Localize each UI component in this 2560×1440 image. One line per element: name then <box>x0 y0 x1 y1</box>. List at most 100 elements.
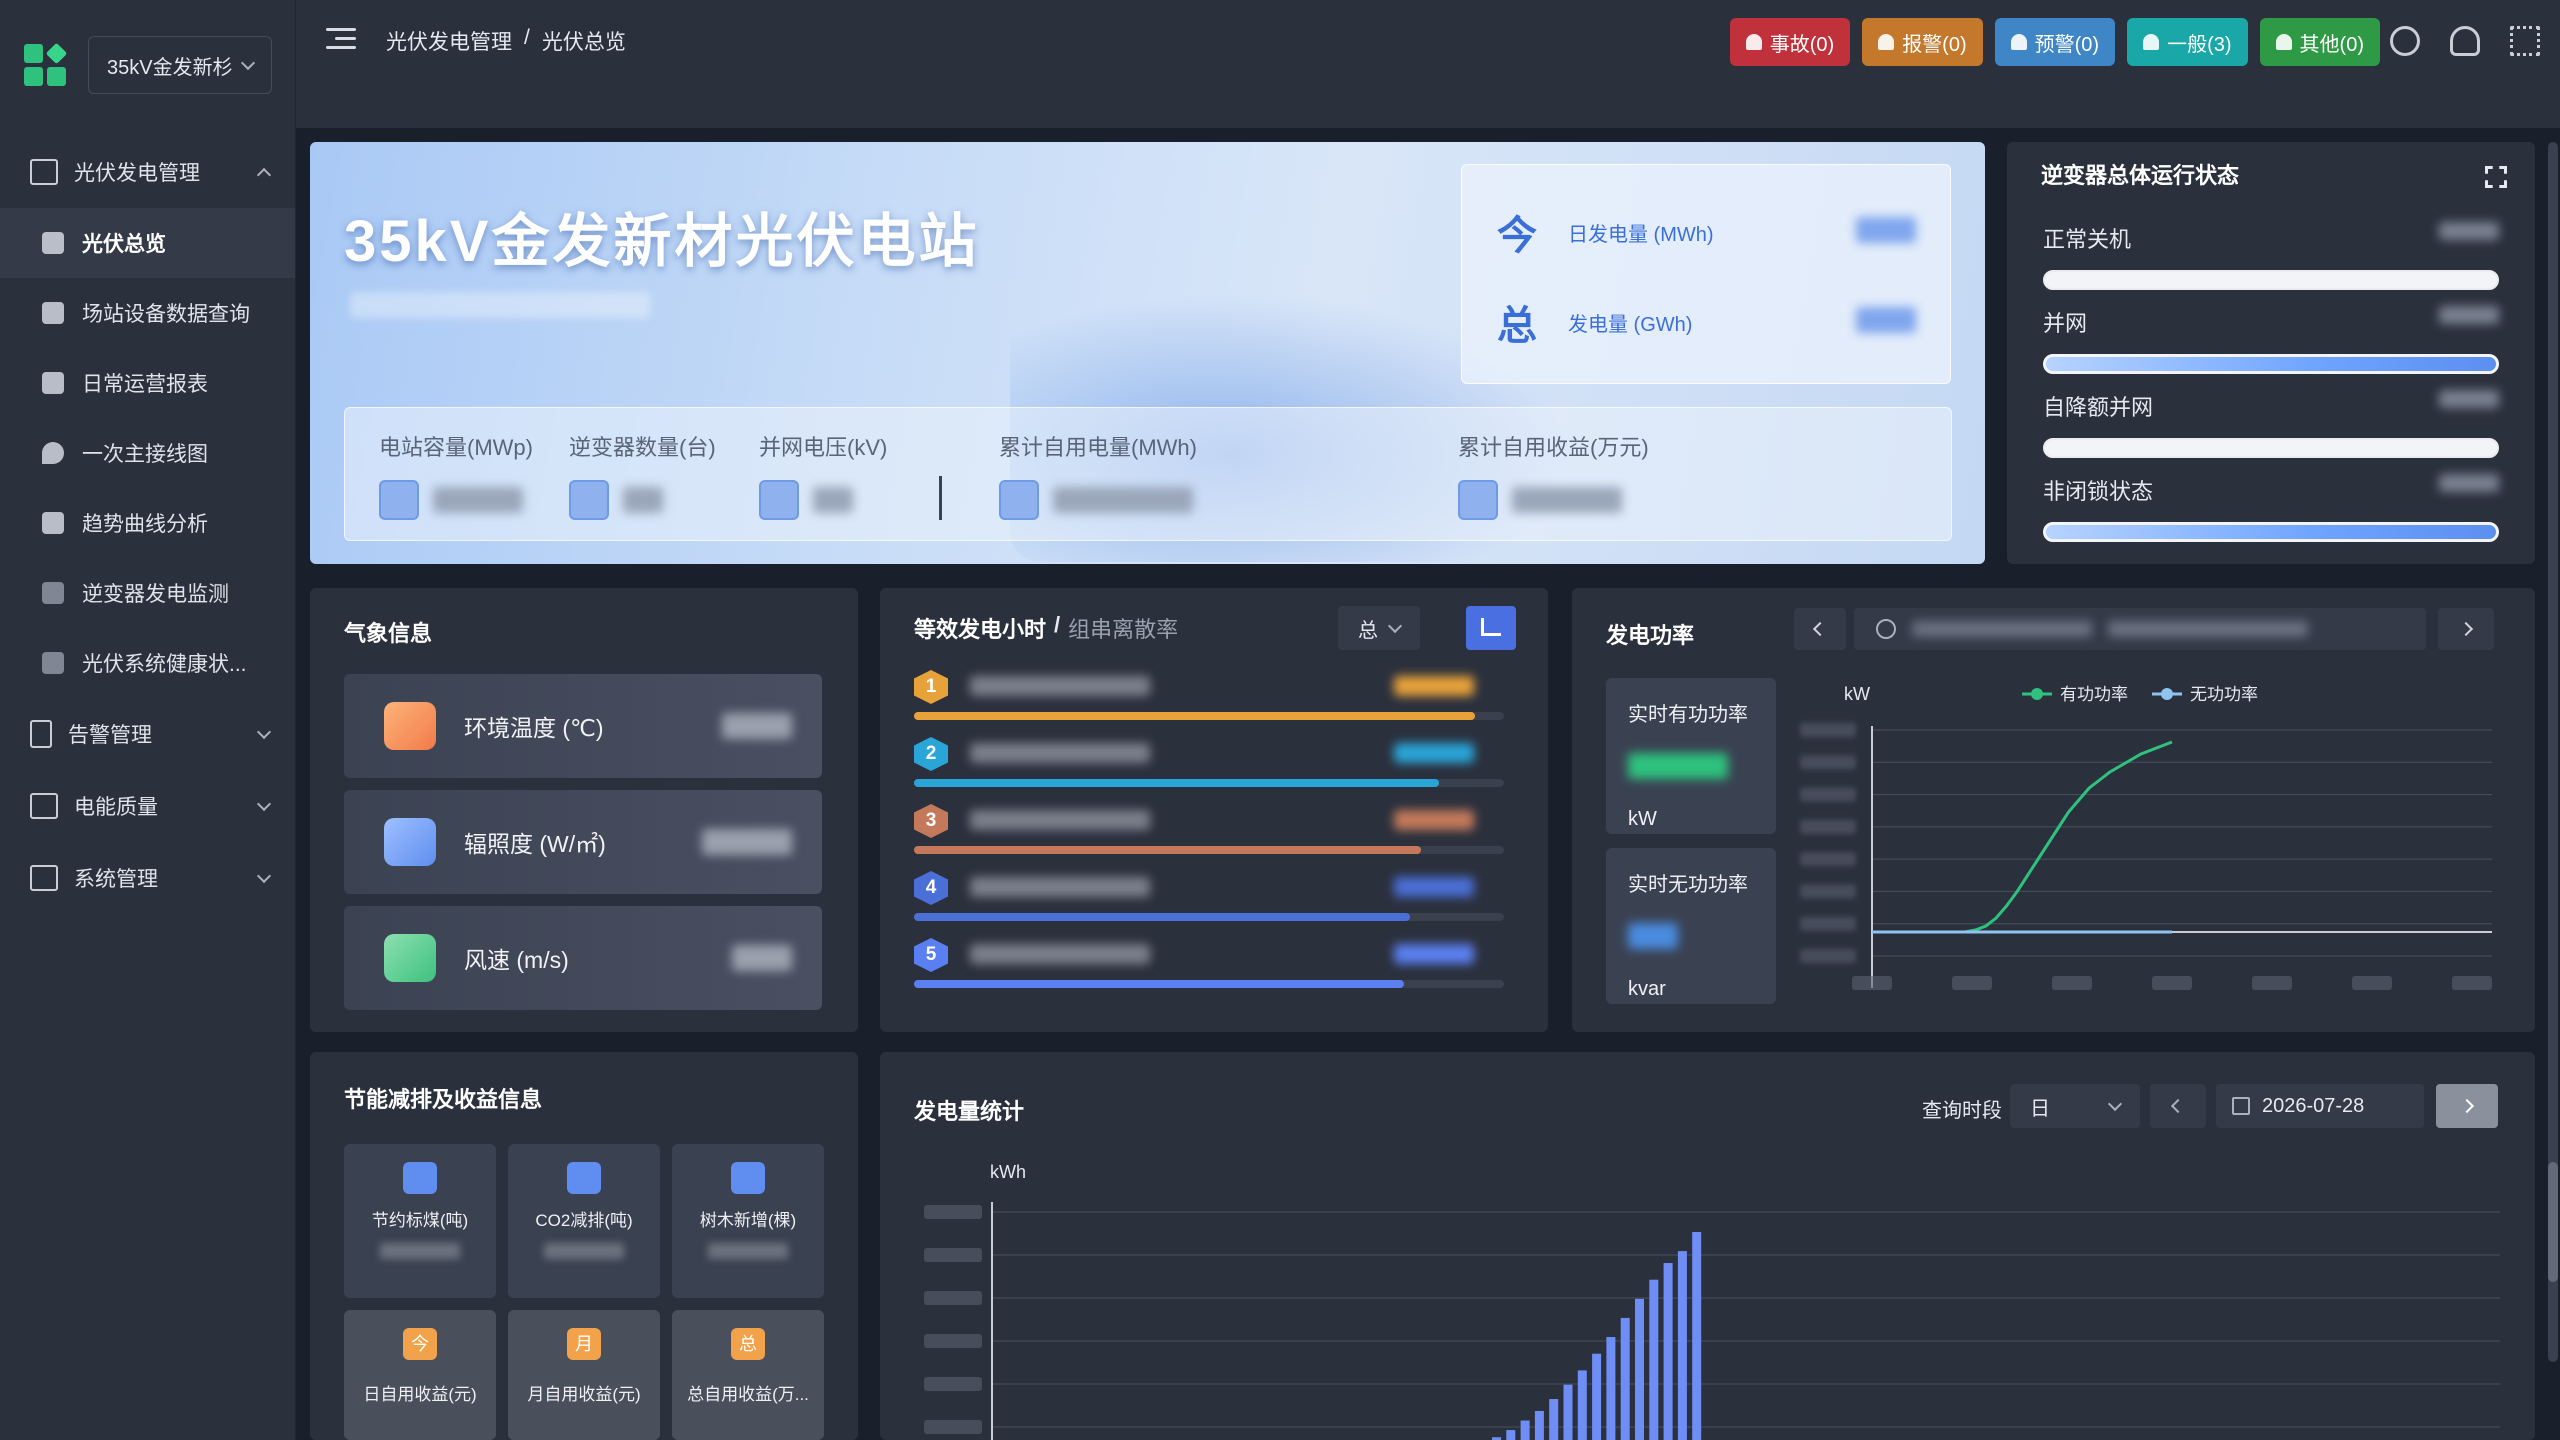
stat-self-use-energy: 累计自用电量(MWh) <box>999 430 1197 520</box>
weather-panel: 气象信息 环境温度 (℃) 辐照度 (W/㎡) 风速 (m/s) <box>310 588 858 1032</box>
scrollbar-thumb[interactable] <box>2548 1162 2558 1282</box>
chevron-right-icon <box>2458 621 2474 637</box>
sidebar-item-trend[interactable]: 趋势曲线分析 <box>0 488 295 558</box>
y-tick-label-blurred <box>924 1248 982 1262</box>
nav-group-system[interactable]: 系统管理 <box>0 842 295 914</box>
alert-other-button[interactable]: 其他(0) <box>2259 18 2380 66</box>
ranking-value <box>1394 944 1474 964</box>
waveform-icon <box>30 793 58 819</box>
x-tick-label-blurred <box>2152 976 2192 990</box>
sidebar-item-inverter-monitor[interactable]: 逆变器发电监测 <box>0 558 295 628</box>
rank-badge: 3 <box>914 804 948 838</box>
legend-marker <box>2161 688 2173 700</box>
chevron-down-icon <box>1387 618 1403 633</box>
sidebar-item-health[interactable]: 光伏系统健康状... <box>0 628 295 698</box>
apps-grid-icon[interactable] <box>2510 26 2540 56</box>
rank-badge: 2 <box>914 737 948 771</box>
date-next-button[interactable] <box>2436 1084 2498 1128</box>
sidebar-item-label: 场站设备数据查询 <box>82 303 250 326</box>
nav-group-alarm[interactable]: 告警管理 <box>0 698 295 770</box>
inverter-status-value <box>2439 474 2499 492</box>
stat-label: 电站容量(MWp) <box>379 435 533 460</box>
nav-group-label: 系统管理 <box>74 868 158 891</box>
sidebar-item-wiring[interactable]: 一次主接线图 <box>0 418 295 488</box>
ranking-device-name <box>970 743 1150 763</box>
alert-label: 其他(0) <box>2299 33 2364 56</box>
revenue-total: 总 总自用收益(万... <box>672 1310 824 1440</box>
revenue-daily: 今 日自用收益(元) <box>344 1310 496 1440</box>
energy-icon <box>999 480 1039 520</box>
nav-group-power-quality[interactable]: 电能质量 <box>0 770 295 842</box>
ranking-scope-select[interactable]: 总 <box>1338 606 1420 650</box>
ranking-value <box>1394 810 1474 830</box>
generation-bar <box>1563 1384 1573 1440</box>
alert-warning-button[interactable]: 预警(0) <box>1994 18 2116 66</box>
ranking-fill <box>914 980 1404 988</box>
date-prev-button[interactable] <box>2150 1084 2206 1128</box>
month-icon: 月 <box>567 1328 601 1360</box>
panel-title: 节能减排及收益信息 <box>344 1087 543 1112</box>
sidebar-item-label: 光伏总览 <box>82 233 166 256</box>
sidebar-item-label: 趋势曲线分析 <box>82 513 208 536</box>
page-scrollbar[interactable] <box>2548 142 2558 1362</box>
chevron-right-icon <box>2459 1098 2475 1114</box>
station-select[interactable]: 35kV金发新杉 <box>88 36 272 94</box>
gear-icon[interactable] <box>2390 26 2420 56</box>
fullscreen-icon[interactable] <box>2485 166 2507 188</box>
equivalent-hours-panel: 等效发电小时 / 组串离散率 总 1 2 3 4 5 <box>880 588 1548 1032</box>
breadcrumb-separator: / <box>524 26 530 49</box>
breadcrumb-current: 光伏总览 <box>541 31 626 54</box>
sidebar-item-device-query[interactable]: 场站设备数据查询 <box>0 278 295 348</box>
ranking-fill <box>914 779 1440 787</box>
ranking-track <box>914 779 1504 787</box>
ranking-track <box>914 712 1504 720</box>
menu-toggle-icon[interactable] <box>326 28 356 54</box>
reactive-power-value <box>1628 923 1678 949</box>
series-line <box>1872 740 2173 934</box>
alert-accident-button[interactable]: 事故(0) <box>1729 18 1851 66</box>
generation-bar <box>1606 1337 1616 1440</box>
weather-wind: 风速 (m/s) <box>344 906 822 1010</box>
stat-label: 累计自用电量(MWh) <box>999 435 1197 460</box>
alert-general-button[interactable]: 一般(3) <box>2127 18 2248 66</box>
weather-value <box>702 829 792 855</box>
stat-capacity: 电站容量(MWp) <box>379 430 533 520</box>
generation-bar <box>1620 1317 1630 1440</box>
active-power-card: 实时有功功率 kW <box>1606 678 1776 834</box>
y-tick-label-blurred <box>1800 916 1856 931</box>
inverter-status-value <box>2439 222 2499 240</box>
generation-bar <box>1649 1279 1659 1440</box>
ranking-device-name <box>970 676 1150 696</box>
nav-group-pv[interactable]: 光伏发电管理 <box>0 136 295 208</box>
generation-bar <box>1549 1399 1559 1440</box>
stats-divider <box>939 476 942 520</box>
alert-label: 报警(0) <box>1902 33 1967 56</box>
power-line-chart: kW 有功功率 无功功率 <box>1800 684 2492 990</box>
user-icon[interactable] <box>2450 26 2480 56</box>
sort-button[interactable] <box>1466 606 1516 650</box>
breadcrumb-item[interactable]: 光伏发电管理 <box>386 26 512 56</box>
daily-generation-value <box>1856 217 1916 243</box>
tab-string-dispersion[interactable]: 组串离散率 <box>1068 612 1178 644</box>
today-icon: 今 <box>1497 214 1537 258</box>
date-picker[interactable]: 2026-07-28 <box>2216 1084 2424 1128</box>
chevron-down-icon <box>2107 1096 2123 1111</box>
sidebar-item-daily-report[interactable]: 日常运营报表 <box>0 348 295 418</box>
alert-alarm-button[interactable]: 报警(0) <box>1862 18 1983 66</box>
sidebar-item-overview[interactable]: 光伏总览 <box>0 208 295 278</box>
settings-icon <box>30 865 58 891</box>
date-value: 2026-07-28 <box>2262 1094 2365 1117</box>
stat-self-use-revenue: 累计自用收益(万元) <box>1458 430 1649 520</box>
power-time-range[interactable] <box>1854 608 2426 650</box>
tab-equivalent-hours[interactable]: 等效发电小时 <box>914 612 1046 644</box>
y-tick-label-blurred <box>924 1377 982 1391</box>
inverter-status-value <box>2439 306 2499 324</box>
power-prev-button[interactable] <box>1794 608 1846 650</box>
period-select[interactable]: 日 <box>2010 1084 2140 1128</box>
clipboard-icon <box>30 720 52 748</box>
ranking-scope-value: 总 <box>1358 619 1378 642</box>
weather-label: 环境温度 (℃) <box>464 715 604 741</box>
app-logo <box>24 42 68 86</box>
power-next-button[interactable] <box>2438 608 2494 650</box>
inverter-status-row: 正常关机 <box>2043 222 2499 290</box>
